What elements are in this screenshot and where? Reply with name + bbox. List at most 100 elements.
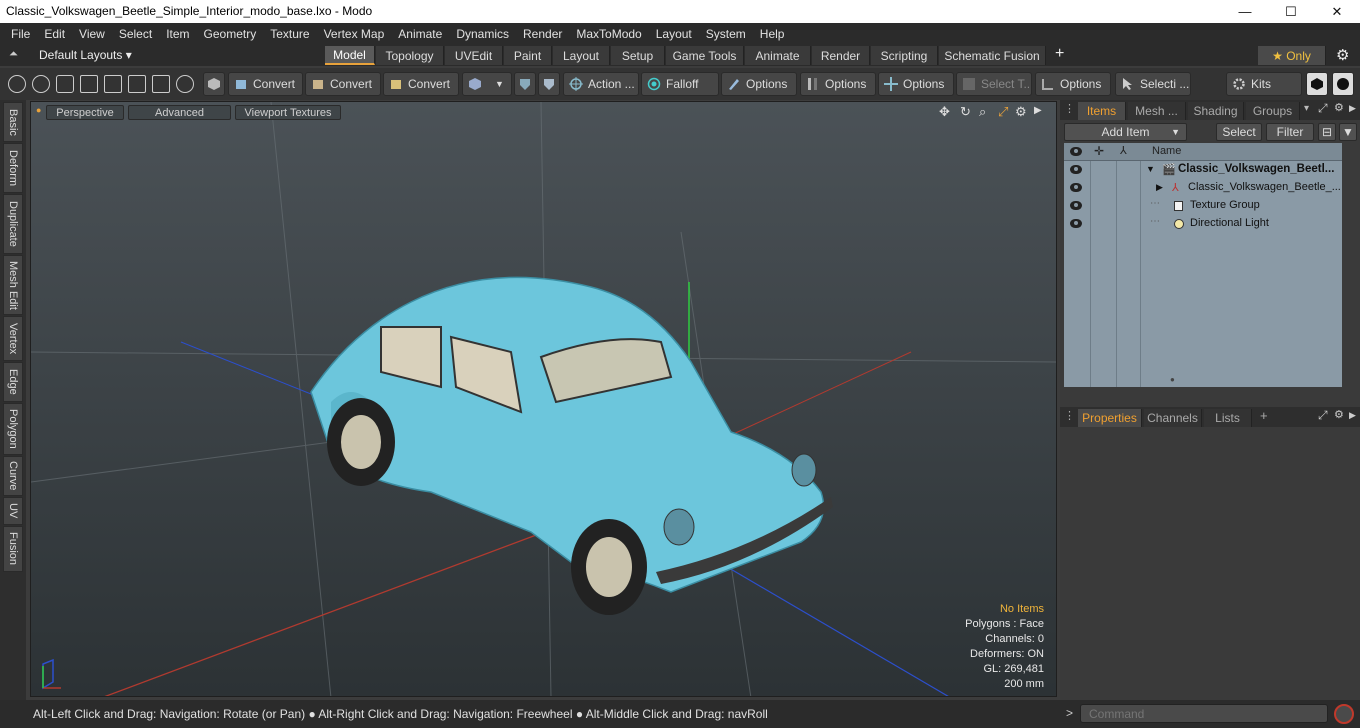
maximize-viewport-icon[interactable]: ⤢ [998, 104, 1008, 120]
kits-button[interactable]: Kits [1226, 72, 1302, 96]
tab-setup[interactable]: Setup [611, 46, 665, 65]
tab-scripting[interactable]: Scripting [871, 46, 938, 65]
select-pivot-icon[interactable] [128, 75, 146, 93]
unreal-button[interactable] [1332, 72, 1354, 96]
tab-fusion[interactable]: Fusion [3, 526, 23, 572]
tab-shading[interactable]: Shading [1188, 102, 1244, 120]
select-edges-icon[interactable] [32, 75, 50, 93]
menu-file[interactable]: File [4, 27, 37, 41]
only-toggle[interactable]: ★ Only [1258, 46, 1326, 65]
tab-edge[interactable]: Edge [3, 362, 23, 402]
falloff-button[interactable]: Falloff [641, 72, 719, 96]
tab-paint[interactable]: Paint [504, 46, 552, 65]
tab-render[interactable]: Render [812, 46, 870, 65]
tab-curve[interactable]: Curve [3, 456, 23, 496]
select-through-button[interactable]: Select T... [956, 72, 1032, 96]
tree-row-directional-light[interactable]: ⋯ Directional Light [1064, 215, 1342, 233]
panel-expand-icon[interactable]: ▶ [1349, 410, 1356, 421]
pan-icon[interactable]: ✥ [939, 104, 950, 120]
symmetry-button[interactable] [514, 72, 536, 96]
options-button-4[interactable]: Options [1035, 72, 1111, 96]
tab-lists[interactable]: Lists [1204, 409, 1252, 427]
panel-expand-icon[interactable]: ▶ [1349, 103, 1356, 114]
options-button-2[interactable]: Options [800, 72, 876, 96]
panel-maximize-icon[interactable]: ⤢ [1318, 408, 1328, 423]
viewport-textures-button[interactable]: Viewport Textures [235, 105, 341, 120]
tab-mesh[interactable]: Mesh ... [1128, 102, 1186, 120]
add-item-dropdown[interactable]: Add Item ▼ [1064, 123, 1187, 141]
tab-dropdown-icon[interactable]: ▾ [1304, 103, 1309, 114]
tab-layout[interactable]: Layout [553, 46, 610, 65]
settings-gear-icon[interactable]: ⚙ [1336, 46, 1349, 64]
menu-maxtomodo[interactable]: MaxToModo [569, 27, 648, 41]
menu-dynamics[interactable]: Dynamics [449, 27, 516, 41]
tab-uvedit[interactable]: UVEdit [445, 46, 503, 65]
tree-row-mesh[interactable]: ▶ ⅄ Classic_Volkswagen_Beetle_... [1064, 179, 1342, 197]
select-edges-loop-icon[interactable] [176, 75, 194, 93]
menu-vertex-map[interactable]: Vertex Map [317, 27, 392, 41]
menu-item[interactable]: Item [159, 27, 196, 41]
select-button[interactable]: Select [1216, 123, 1262, 141]
visibility-eye-icon[interactable] [1070, 201, 1082, 210]
panel-maximize-icon[interactable]: ⤢ [1318, 101, 1328, 116]
menu-geometry[interactable]: Geometry [197, 27, 264, 41]
menu-help[interactable]: Help [753, 27, 792, 41]
3d-viewport[interactable]: ● Perspective Advanced Viewport Textures… [30, 101, 1057, 697]
tab-mesh-edit[interactable]: Mesh Edit [3, 255, 23, 315]
collapse-icon[interactable]: ⊟ [1318, 123, 1336, 141]
close-button[interactable]: ✕ [1314, 0, 1360, 23]
select-items-icon[interactable] [80, 75, 98, 93]
menu-select[interactable]: Select [112, 27, 159, 41]
perspective-view-button[interactable]: Perspective [46, 105, 124, 120]
tab-uv[interactable]: UV [3, 497, 23, 525]
layout-collapse-icon[interactable]: ⏶ [9, 48, 18, 61]
shading-mode-button[interactable] [203, 72, 225, 96]
menu-render[interactable]: Render [516, 27, 569, 41]
advanced-shading-button[interactable]: Advanced [128, 105, 231, 120]
select-center-icon[interactable] [152, 75, 170, 93]
rotate-icon[interactable]: ↻ [960, 104, 971, 120]
unity-button[interactable] [1306, 72, 1328, 96]
convert-button-2[interactable]: Convert [305, 72, 381, 96]
funnel-icon[interactable]: ▼ [1339, 123, 1357, 141]
visibility-eye-icon[interactable] [1070, 165, 1082, 174]
workplane-button[interactable] [538, 72, 560, 96]
add-tab-button[interactable]: + [1055, 45, 1064, 63]
options-button-1[interactable]: Options [721, 72, 797, 96]
tab-model[interactable]: Model [325, 46, 375, 65]
zoom-icon[interactable]: ⌕ [979, 104, 986, 120]
tree-row-scene[interactable]: ▼ 🎬 Classic_Volkswagen_Beetl... [1064, 161, 1342, 179]
scroll-handle-icon[interactable]: ● [1170, 375, 1175, 384]
tree-row-texture-group[interactable]: ⋯ Texture Group [1064, 197, 1342, 215]
tab-basic[interactable]: Basic [3, 102, 23, 142]
menu-texture[interactable]: Texture [263, 27, 316, 41]
add-tab-button[interactable]: + [1260, 408, 1268, 423]
tab-duplicate[interactable]: Duplicate [3, 194, 23, 254]
convert-button-3[interactable]: Convert [383, 72, 459, 96]
options-button-3[interactable]: Options [878, 72, 954, 96]
default-layouts-dropdown[interactable]: Default Layouts ▾ [39, 48, 132, 62]
expand-arrow-icon[interactable]: ▶ [1156, 182, 1163, 193]
expand-arrow-icon[interactable]: ▼ [1146, 164, 1155, 174]
tab-schematic-fusion[interactable]: Schematic Fusion [939, 46, 1046, 65]
visibility-eye-icon[interactable] [1070, 219, 1082, 228]
panel-settings-icon[interactable]: ⚙ [1334, 101, 1344, 114]
tab-animate[interactable]: Animate [745, 46, 811, 65]
action-center-button[interactable]: Action ... [563, 72, 639, 96]
visibility-eye-icon[interactable] [1070, 183, 1082, 192]
minimize-button[interactable]: — [1222, 0, 1268, 23]
select-polygons-icon[interactable] [56, 75, 74, 93]
convert-button-1[interactable]: Convert [228, 72, 303, 96]
primitive-dropdown[interactable]: ▼ [462, 72, 512, 96]
tab-vertex[interactable]: Vertex [3, 316, 23, 361]
maximize-button[interactable]: ☐ [1268, 0, 1314, 23]
filter-button[interactable]: Filter [1266, 123, 1314, 141]
tab-deform[interactable]: Deform [3, 143, 23, 193]
viewport-menu-icon[interactable]: ● [36, 105, 41, 115]
menu-layout[interactable]: Layout [649, 27, 699, 41]
select-vertices-icon[interactable] [8, 75, 26, 93]
menu-animate[interactable]: Animate [391, 27, 449, 41]
tab-game-tools[interactable]: Game Tools [666, 46, 744, 65]
selection-button[interactable]: Selecti ... [1115, 72, 1191, 96]
tab-polygon[interactable]: Polygon [3, 403, 23, 455]
